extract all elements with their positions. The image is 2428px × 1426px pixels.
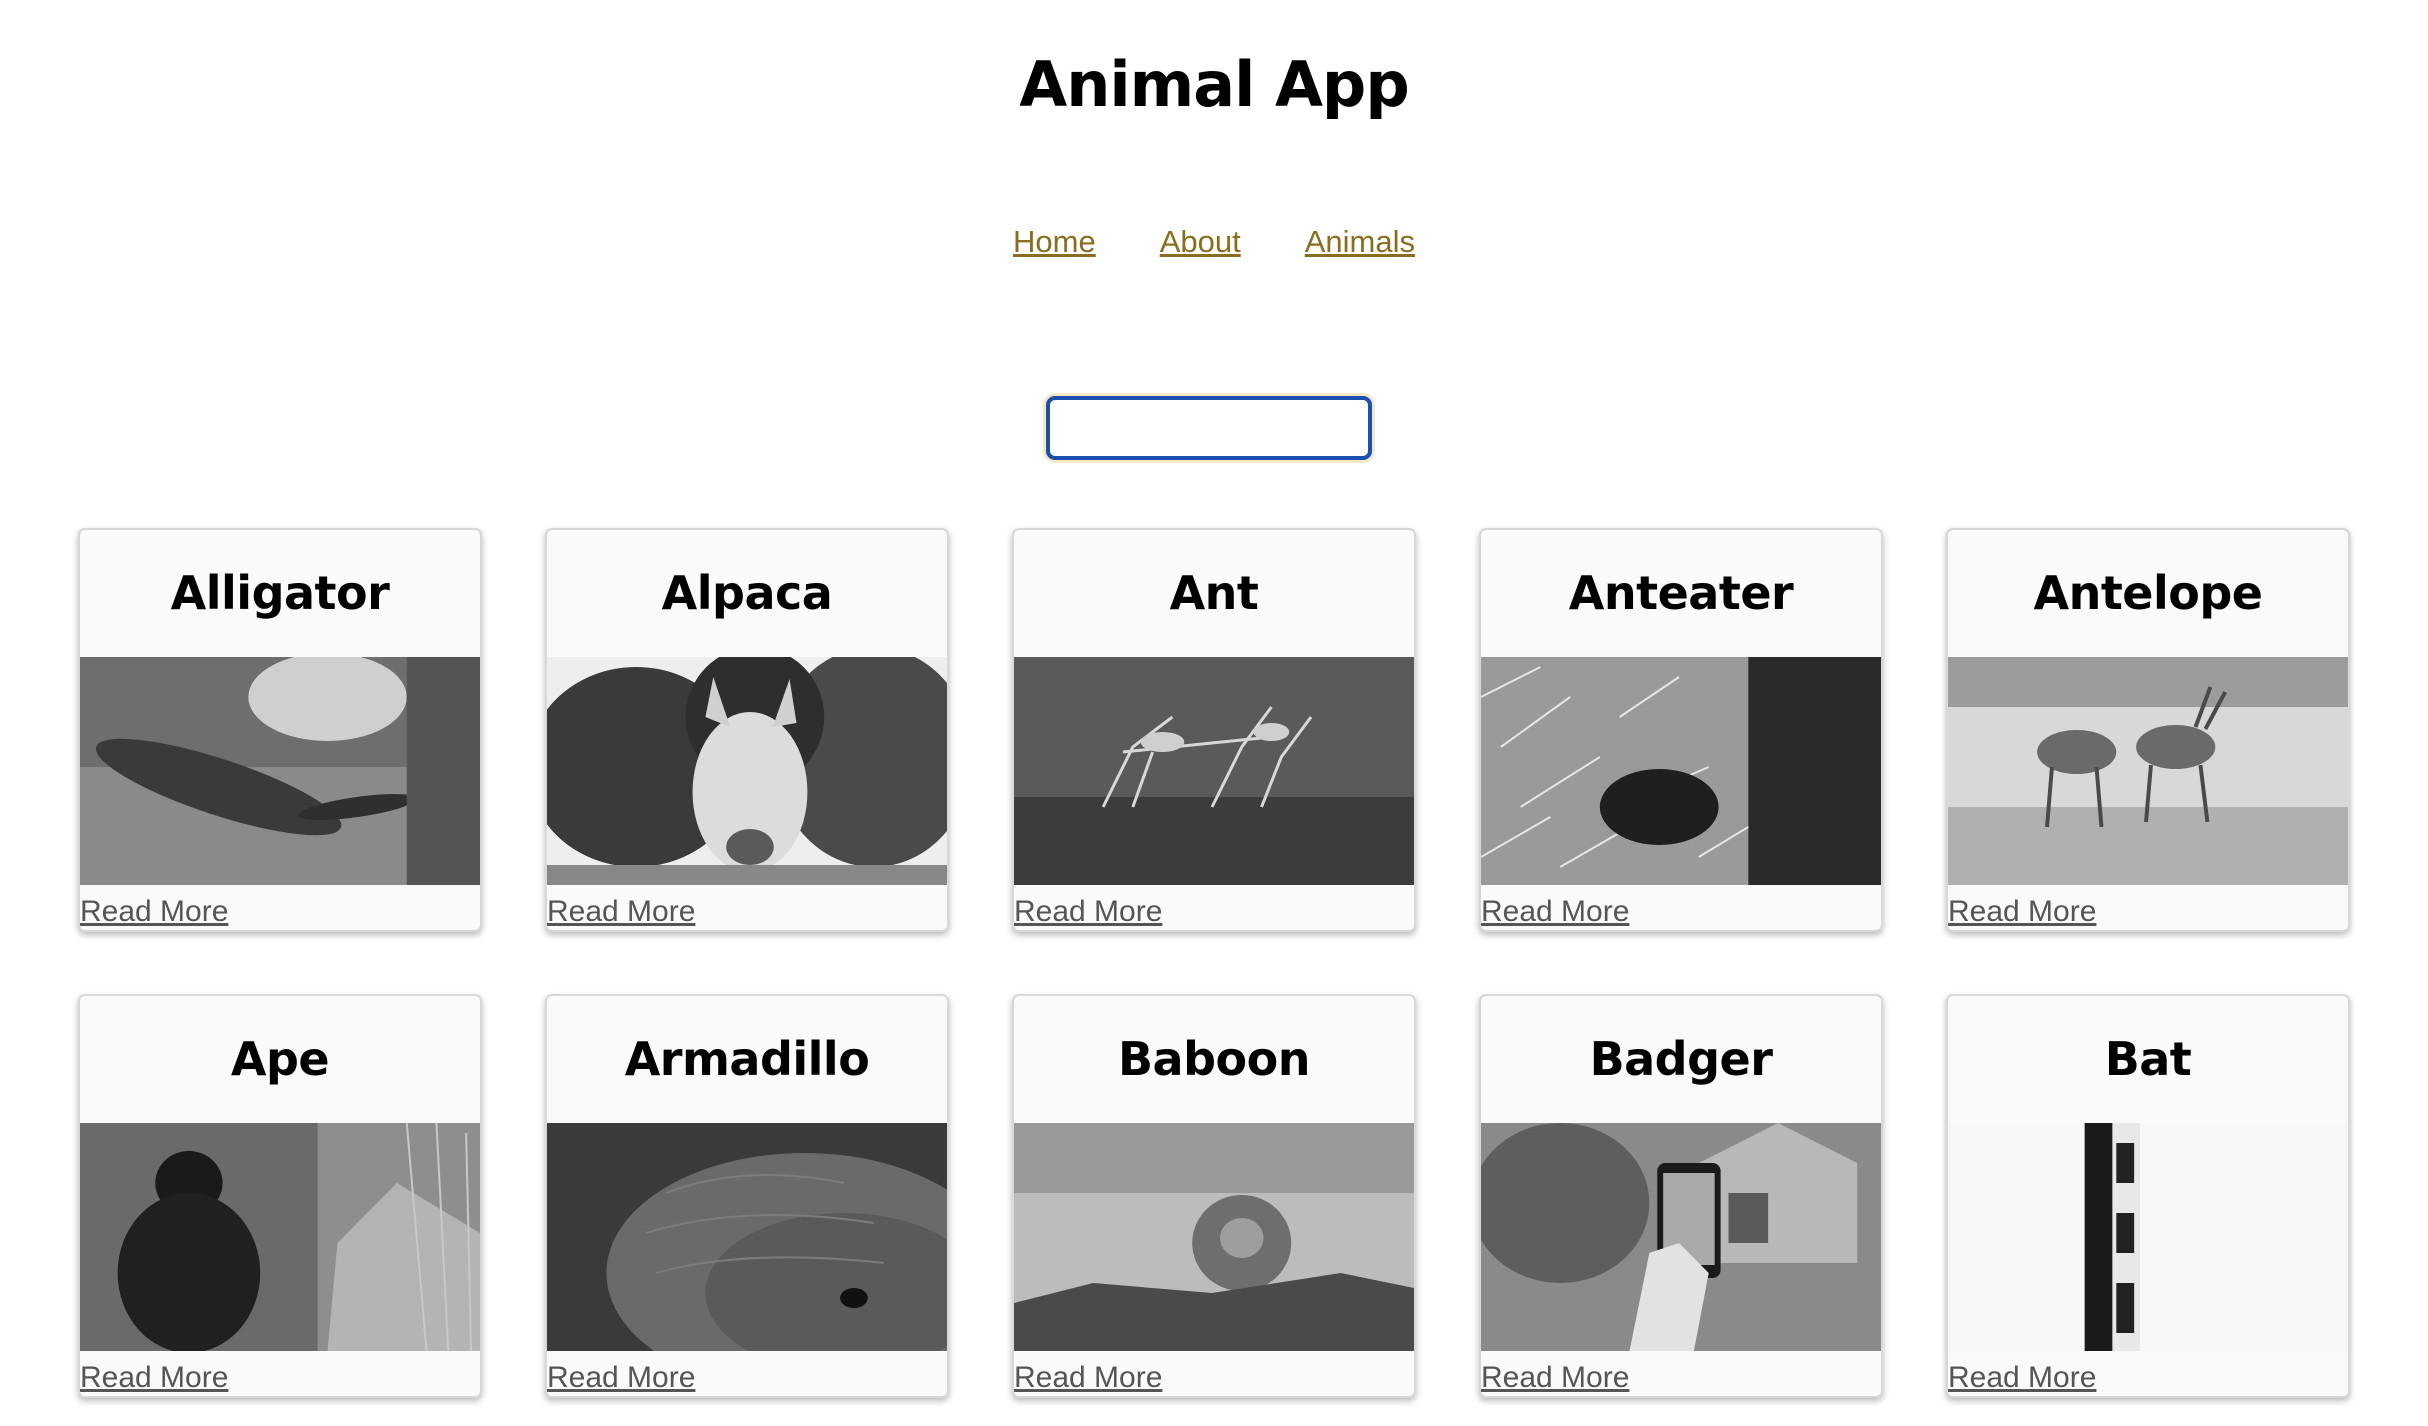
animal-card-title: Bat [2104,1032,2192,1086]
badger-photo [1481,1123,1881,1351]
read-more-link[interactable]: Read More [1481,894,1629,930]
read-more-link[interactable]: Read More [80,894,228,930]
main-nav: Home About Animals [0,224,2428,260]
nav-link-about[interactable]: About [1160,224,1241,260]
armadillo-photo [547,1123,947,1351]
read-more-link[interactable]: Read More [1481,1360,1629,1396]
animal-card: Baboon Read More [1012,994,1416,1398]
animal-card: Ape Read More [78,994,482,1398]
anteater-photo [1481,657,1881,885]
read-more-link[interactable]: Read More [547,1360,695,1396]
animal-card: Alpaca Read More [545,528,949,932]
animal-card: Armadillo Read More [545,994,949,1398]
antelope-photo [1948,657,2348,885]
animal-card: Ant Read More [1012,528,1416,932]
ape-photo [80,1123,480,1351]
baboon-photo [1014,1123,1414,1351]
alpaca-photo [547,657,947,885]
read-more-link[interactable]: Read More [1014,1360,1162,1396]
read-more-link[interactable]: Read More [1948,894,2096,930]
search-input[interactable] [1046,396,1372,460]
page-title: Animal App [1019,48,1409,121]
animal-card-title: Ape [230,1032,330,1086]
animal-app-page: Animal App Home About Animals Alligator … [0,0,2428,1426]
nav-link-home[interactable]: Home [1013,224,1096,260]
animal-card-title: Alligator [170,566,390,620]
animal-card-title: Armadillo [624,1032,870,1086]
nav-link-animals[interactable]: Animals [1305,224,1415,260]
alligator-photo [80,657,480,885]
animal-card: Antelope Read More [1946,528,2350,932]
animal-card-title: Baboon [1118,1032,1310,1086]
animal-card-title: Anteater [1568,566,1794,620]
read-more-link[interactable]: Read More [1014,894,1162,930]
animal-card-grid: Alligator Read More Alpaca Read More Ant… [78,528,2350,1398]
read-more-link[interactable]: Read More [1948,1360,2096,1396]
animal-card: Alligator Read More [78,528,482,932]
bat-photo [1948,1123,2348,1351]
animal-card-title: Ant [1169,566,1259,620]
read-more-link[interactable]: Read More [547,894,695,930]
animal-card-title: Badger [1589,1032,1773,1086]
ant-photo [1014,657,1414,885]
animal-card: Anteater Read More [1479,528,1883,932]
animal-card-title: Alpaca [661,566,833,620]
read-more-link[interactable]: Read More [80,1360,228,1396]
animal-card: Bat Read More [1946,994,2350,1398]
animal-card-title: Antelope [2033,566,2263,620]
animal-card: Badger Read More [1479,994,1883,1398]
